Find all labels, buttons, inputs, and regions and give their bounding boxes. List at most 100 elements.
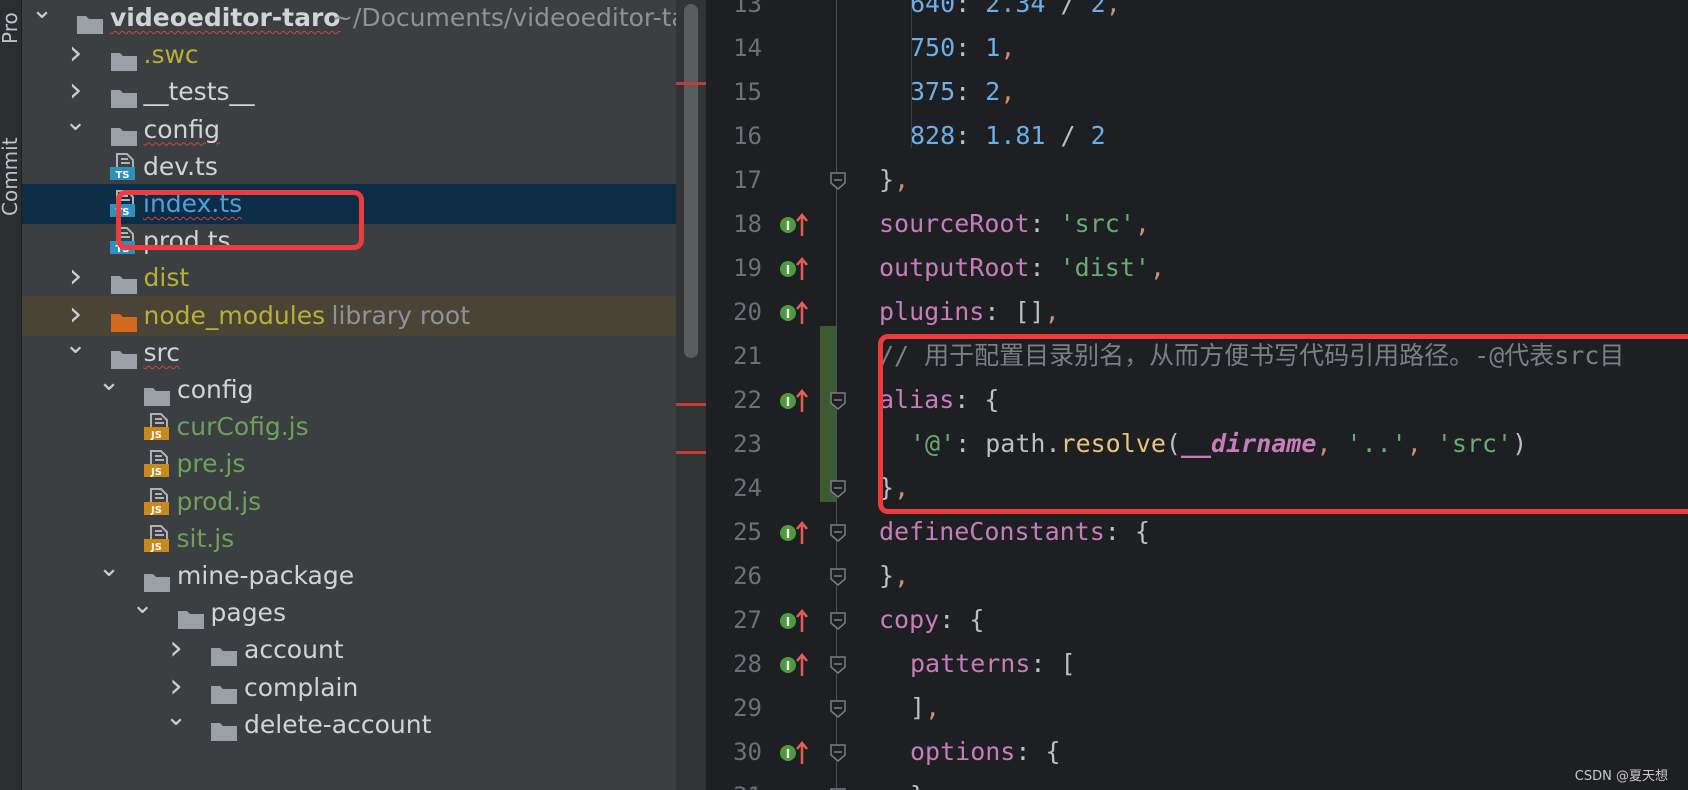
- line-number[interactable]: 25: [706, 510, 762, 554]
- editor-gutter: 13 14 15 16 17 18 I 19 I 20 I 21 22 I 23 24 25 I 26 27 I 28 I 2…: [706, 0, 876, 790]
- fold-marker-icon[interactable]: [830, 480, 846, 498]
- fold-marker-icon[interactable]: [830, 172, 846, 190]
- tree-row[interactable]: › __tests__: [22, 70, 676, 112]
- code-line[interactable]: },: [879, 158, 909, 202]
- tree-row[interactable]: TS dev.ts: [22, 147, 676, 187]
- code-line[interactable]: 375: 2,: [910, 70, 1015, 114]
- code-line[interactable]: 750: 1,: [910, 26, 1015, 70]
- chevron-down-icon[interactable]: ⌄: [164, 697, 188, 737]
- chevron-down-icon[interactable]: ⌄: [97, 548, 121, 588]
- line-number[interactable]: 19: [706, 246, 762, 290]
- tree-row[interactable]: › complain: [22, 666, 676, 708]
- tree-item-hint: library root: [331, 300, 471, 330]
- implements-overrides-icon[interactable]: I: [779, 212, 809, 236]
- implements-overrides-icon[interactable]: I: [779, 300, 809, 324]
- fold-marker-icon[interactable]: [830, 612, 846, 630]
- tree-item-label: delete-account: [244, 709, 432, 739]
- line-number[interactable]: 26: [706, 554, 762, 598]
- chevron-down-icon[interactable]: ⌄: [131, 585, 155, 625]
- chevron-down-icon[interactable]: ⌄: [64, 325, 88, 365]
- code-line[interactable]: copy: {: [879, 598, 984, 642]
- tree-row[interactable]: JS prod.js: [22, 482, 676, 522]
- tree-row[interactable]: JS pre.js: [22, 444, 676, 484]
- code-line[interactable]: 828: 1.81 / 2: [910, 114, 1106, 158]
- chevron-down-icon[interactable]: ⌄: [97, 362, 121, 402]
- code-line[interactable]: sourceRoot: 'src',: [879, 202, 1150, 246]
- code-line[interactable]: ],: [910, 686, 940, 730]
- line-number[interactable]: 20: [706, 290, 762, 334]
- line-number[interactable]: 30: [706, 730, 762, 774]
- project-scrollbar-thumb[interactable]: [684, 4, 698, 358]
- error-stripe-mark[interactable]: [676, 403, 706, 406]
- tree-row[interactable]: › dist: [22, 256, 676, 298]
- fold-marker-icon[interactable]: [830, 656, 846, 674]
- tree-row[interactable]: ⌄ videoeditor-taro ~/Documents/videoeditor…: [22, 0, 676, 38]
- line-number[interactable]: 21: [706, 334, 762, 378]
- implements-overrides-icon[interactable]: I: [779, 740, 809, 764]
- tree-row[interactable]: › node_modules library root: [22, 294, 676, 336]
- line-number[interactable]: 27: [706, 598, 762, 642]
- code-line[interactable]: },: [879, 554, 909, 598]
- tree-item-hint: ~/Documents/videoeditor-tar: [332, 3, 676, 32]
- code-line[interactable]: 640: 2.34 / 2,: [910, 0, 1121, 26]
- tree-item-label: mine-package: [177, 561, 355, 590]
- line-number[interactable]: 24: [706, 466, 762, 510]
- tree-row[interactable]: ⌄ mine-package: [22, 553, 676, 596]
- chevron-right-icon[interactable]: ›: [164, 628, 188, 668]
- svg-text:I: I: [786, 219, 790, 233]
- error-stripe-mark[interactable]: [676, 451, 706, 454]
- fold-marker-icon[interactable]: [830, 744, 846, 762]
- svg-text:I: I: [786, 263, 790, 277]
- highlight-box-alias: [878, 334, 1688, 514]
- tree-item-label: account: [244, 635, 344, 665]
- chevron-down-icon[interactable]: ⌄: [30, 0, 54, 30]
- chevron-right-icon[interactable]: ›: [64, 33, 88, 73]
- line-number[interactable]: 29: [706, 686, 762, 730]
- fold-marker-icon[interactable]: [830, 568, 846, 586]
- svg-text:TS: TS: [115, 170, 129, 181]
- line-number[interactable]: 28: [706, 642, 762, 686]
- tree-item-label: node_modules: [143, 300, 326, 330]
- line-number[interactable]: 23: [706, 422, 762, 466]
- line-number[interactable]: 22: [706, 378, 762, 422]
- tool-window-strip: Pro Commit: [0, 0, 22, 790]
- tree-row[interactable]: ⌄ pages: [22, 590, 676, 633]
- line-number[interactable]: 13: [706, 0, 762, 26]
- indent-guide: [911, 0, 912, 148]
- chevron-down-icon[interactable]: ⌄: [64, 102, 88, 142]
- tree-item-label: config: [177, 375, 254, 404]
- tree-row[interactable]: JS curCofig.js: [22, 407, 676, 447]
- tree-row[interactable]: › .swc: [22, 33, 676, 75]
- tree-row[interactable]: › account: [22, 628, 676, 670]
- line-number[interactable]: 17: [706, 158, 762, 202]
- line-number[interactable]: 15: [706, 70, 762, 114]
- code-line[interactable]: }: [910, 774, 925, 790]
- fold-marker-icon[interactable]: [830, 700, 846, 718]
- implements-overrides-icon[interactable]: I: [779, 652, 809, 676]
- vcs-change-marker[interactable]: [820, 326, 836, 502]
- fold-marker-icon[interactable]: [830, 524, 846, 542]
- project-tool-tab[interactable]: Pro: [0, 12, 22, 44]
- code-line[interactable]: defineConstants: {: [879, 510, 1150, 554]
- error-stripe-mark[interactable]: [676, 82, 706, 85]
- tree-row[interactable]: ⌄ config: [22, 367, 676, 410]
- svg-text:I: I: [786, 527, 790, 541]
- line-number[interactable]: 31: [706, 774, 762, 790]
- code-line[interactable]: outputRoot: 'dist',: [879, 246, 1165, 290]
- code-line[interactable]: options: {: [910, 730, 1061, 774]
- chevron-right-icon[interactable]: ›: [64, 256, 88, 296]
- implements-overrides-icon[interactable]: I: [779, 256, 809, 280]
- tree-item-label: complain: [244, 672, 359, 702]
- implements-overrides-icon[interactable]: I: [779, 388, 809, 412]
- line-number[interactable]: 16: [706, 114, 762, 158]
- commit-tool-tab[interactable]: Commit: [0, 137, 22, 216]
- line-number[interactable]: 18: [706, 202, 762, 246]
- fold-marker-icon[interactable]: [830, 392, 846, 410]
- line-number[interactable]: 14: [706, 26, 762, 70]
- implements-overrides-icon[interactable]: I: [779, 608, 809, 632]
- tree-row[interactable]: ⌄ delete-account: [22, 702, 676, 745]
- tree-row[interactable]: ⌄ config: [22, 107, 676, 150]
- implements-overrides-icon[interactable]: I: [779, 520, 809, 544]
- code-line[interactable]: plugins: [],: [879, 290, 1060, 334]
- code-line[interactable]: patterns: [: [910, 642, 1076, 686]
